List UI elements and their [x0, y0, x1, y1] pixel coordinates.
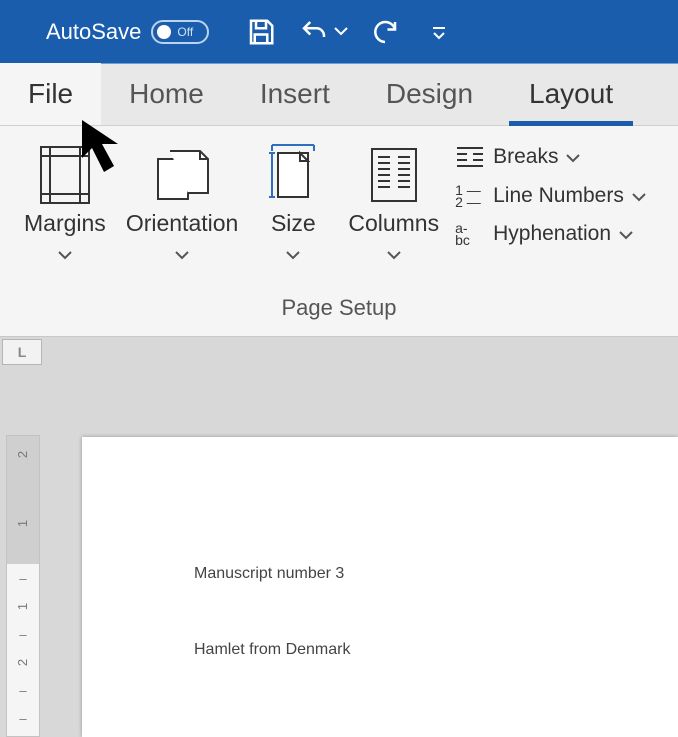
undo-button[interactable] [293, 10, 353, 54]
undo-icon [298, 17, 330, 47]
breaks-label: Breaks [493, 145, 558, 169]
columns-icon [359, 140, 429, 210]
line-numbers-label: Line Numbers [493, 184, 624, 208]
breaks-button[interactable]: Breaks [455, 144, 646, 170]
ribbon-layout: Margins Orientation Size [0, 126, 678, 295]
tab-file[interactable]: File [0, 63, 101, 125]
page-setup-label: Page Setup [282, 295, 397, 321]
ruler-mark: 1 [15, 519, 30, 526]
chevron-down-icon [58, 239, 72, 266]
tab-layout[interactable]: Layout [501, 63, 641, 125]
customize-icon [429, 22, 449, 42]
redo-icon [370, 17, 400, 47]
size-button[interactable]: Size [248, 140, 338, 295]
chevron-down-icon [619, 222, 633, 246]
columns-button[interactable]: Columns [338, 140, 449, 295]
document-line-1: Manuscript number 3 [194, 565, 678, 583]
orientation-button[interactable]: Orientation [116, 140, 249, 295]
margins-button[interactable]: Margins [14, 140, 116, 295]
hyphenation-icon: a-bc [455, 222, 485, 246]
ruler-mark: 2 [15, 450, 30, 457]
breaks-icon [455, 144, 485, 170]
ribbon-tabs: File Home Insert Design Layout [0, 64, 678, 126]
hyphenation-button[interactable]: a-bc Hyphenation [455, 222, 646, 246]
save-icon [246, 17, 276, 47]
title-bar: AutoSave Off [0, 0, 678, 64]
columns-label: Columns [348, 210, 439, 237]
margins-icon [30, 140, 100, 210]
redo-button[interactable] [363, 10, 407, 54]
autosave-state: Off [177, 25, 193, 39]
hyphenation-label: Hyphenation [493, 222, 611, 246]
chevron-down-icon [566, 145, 580, 169]
chevron-down-icon [632, 184, 646, 208]
line-numbers-button[interactable]: 1 —2 — Line Numbers [455, 184, 646, 208]
ruler-corner[interactable]: L [2, 339, 42, 365]
line-numbers-icon: 1 —2 — [455, 184, 485, 208]
document-page[interactable]: Manuscript number 3 Hamlet from Denmark [82, 437, 678, 737]
size-label: Size [271, 210, 316, 237]
ruler-mark: 1 [15, 602, 30, 609]
tab-insert[interactable]: Insert [232, 63, 358, 125]
save-button[interactable] [239, 10, 283, 54]
vertical-ruler[interactable]: 2 1 – 1 – 2 – – [6, 435, 40, 737]
chevron-down-icon [175, 239, 189, 266]
document-line-2: Hamlet from Denmark [194, 641, 678, 659]
ribbon-group-label: Page Setup [0, 295, 678, 337]
chevron-down-icon [334, 23, 348, 41]
margins-label: Margins [24, 210, 106, 237]
chevron-down-icon [387, 239, 401, 266]
size-icon [258, 140, 328, 210]
ruler-mark: 2 [15, 658, 30, 665]
tab-home[interactable]: Home [101, 63, 232, 125]
chevron-down-icon [286, 239, 300, 266]
orientation-label: Orientation [126, 210, 239, 237]
autosave-label: AutoSave [46, 19, 141, 45]
customize-qat-button[interactable] [417, 10, 461, 54]
tab-design[interactable]: Design [358, 63, 501, 125]
orientation-icon [147, 140, 217, 210]
autosave-toggle-knob [157, 25, 171, 39]
autosave-toggle[interactable]: Off [151, 20, 209, 44]
document-workspace: L 2 1 – 1 – 2 – – Manuscript number 3 Ha… [0, 337, 678, 737]
